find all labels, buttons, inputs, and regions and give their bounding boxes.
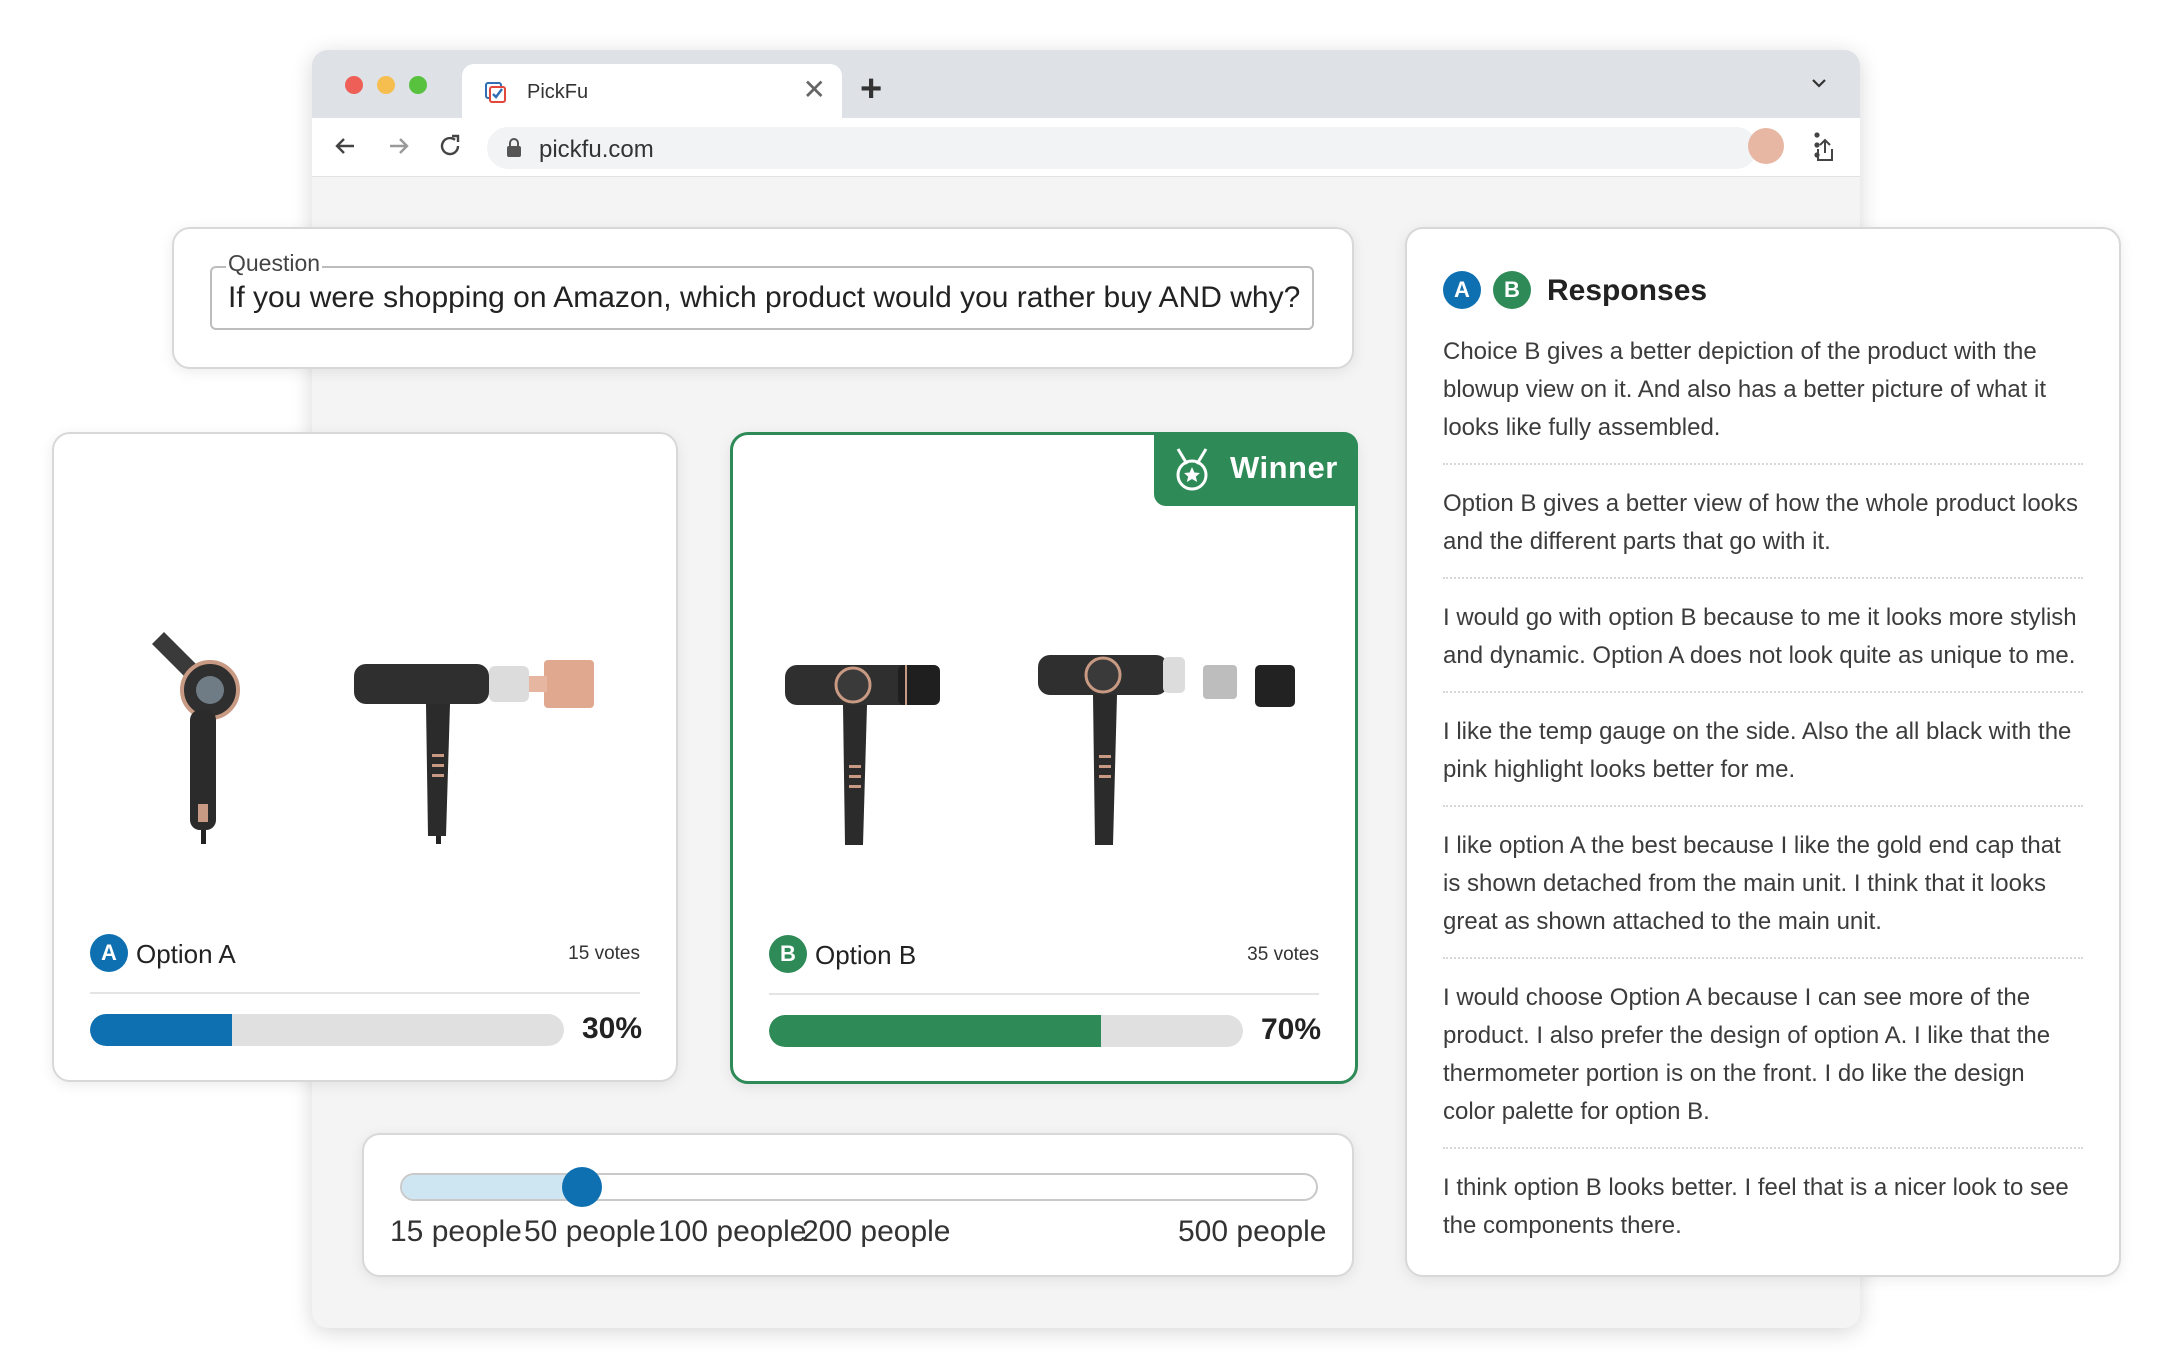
hair-dryer-black-image	[785, 665, 940, 845]
option-b-votes: 35 votes	[1247, 944, 1319, 965]
option-a-percent: 30%	[581, 1012, 642, 1045]
medal-icon	[1176, 448, 1208, 491]
divider	[90, 992, 640, 994]
browser-toolbar: pickfu.com	[312, 118, 1860, 177]
question-field[interactable]: Question If you were shopping on Amazon,…	[210, 250, 1314, 330]
lock-icon	[507, 138, 521, 157]
response-item: Option B gives a better view of how the …	[1443, 481, 2083, 579]
question-card: Question If you were shopping on Amazon,…	[172, 227, 1354, 369]
address-bar[interactable]: pickfu.com	[487, 127, 1833, 169]
response-badge-b: B	[1493, 271, 1531, 309]
option-b-label: Option B	[815, 940, 917, 970]
close-window-button[interactable]	[345, 76, 363, 94]
responses-header: A B Responses	[1443, 271, 2043, 311]
response-item: Choice B gives a better depiction of the…	[1443, 329, 2083, 465]
option-b-product-image	[785, 655, 1295, 845]
browser-tab[interactable]: PickFu ✕	[462, 64, 842, 120]
slider-label-500[interactable]: 500 people	[1178, 1215, 1326, 1249]
option-a-label: Option A	[136, 939, 236, 969]
reload-icon[interactable]	[434, 130, 466, 162]
response-badge-a: A	[1443, 271, 1481, 309]
winner-badge: Winner	[1154, 432, 1358, 506]
response-item: I like the temp gauge on the side. Also …	[1443, 709, 2083, 807]
pickfu-favicon-icon	[485, 82, 506, 103]
tab-bar: PickFu ✕ +	[312, 50, 1860, 120]
audience-size-slider[interactable]	[400, 1167, 1318, 1207]
slider-label-15[interactable]: 15 people	[390, 1215, 522, 1249]
response-item: I would choose Option A because I can se…	[1443, 975, 2083, 1149]
option-b-badge: B	[769, 935, 807, 973]
option-a-label-row: A Option A 15 votes	[90, 934, 640, 974]
slider-label-100[interactable]: 100 people	[658, 1215, 806, 1249]
tab-close-icon[interactable]: ✕	[803, 76, 826, 104]
question-text: If you were shopping on Amazon, which pr…	[228, 281, 1301, 314]
option-b-progress-bar	[769, 1015, 1243, 1047]
profile-avatar[interactable]	[1748, 128, 1784, 164]
url-text: pickfu.com	[539, 136, 654, 163]
winner-label: Winner	[1230, 450, 1338, 485]
option-a-card[interactable]: A Option A 15 votes 30%	[52, 432, 678, 1082]
option-a-progress-fill	[90, 1014, 233, 1046]
hair-dryer-exploded-view-image	[1038, 655, 1295, 845]
option-a-votes: 15 votes	[568, 943, 640, 964]
response-item: I like option A the best because I like …	[1443, 823, 2083, 959]
option-b-card[interactable]: Winner B Option B 35 votes 70%	[730, 432, 1358, 1084]
option-a-badge: A	[90, 934, 128, 972]
forward-arrow-icon[interactable]	[382, 130, 414, 162]
audience-size-card: 15 people 50 people 100 people 200 peopl…	[362, 1133, 1354, 1277]
option-b-label-row: B Option B 35 votes	[769, 935, 1319, 975]
response-item: I would go with option B because to me i…	[1443, 595, 2083, 693]
tab-title: PickFu	[527, 81, 589, 103]
question-label: Question	[226, 250, 323, 277]
responses-list: Choice B gives a better depiction of the…	[1443, 329, 2083, 1277]
option-a-product-image	[152, 632, 594, 844]
responses-title: Responses	[1547, 274, 1708, 307]
option-b-percent: 70%	[1260, 1013, 1321, 1046]
kebab-menu-icon[interactable]	[1812, 130, 1822, 160]
hair-dryer-folded-image	[152, 632, 240, 844]
hair-dryer-with-nozzle-image	[354, 660, 594, 844]
option-b-progress-fill	[769, 1015, 1101, 1047]
back-arrow-icon[interactable]	[330, 130, 362, 162]
slider-label-50[interactable]: 50 people	[524, 1215, 656, 1249]
option-a-progress-bar	[90, 1014, 564, 1046]
minimize-window-button[interactable]	[377, 76, 395, 94]
slider-label-200[interactable]: 200 people	[802, 1215, 950, 1249]
new-tab-icon[interactable]: +	[860, 70, 882, 108]
responses-card: A B Responses Choice B gives a better de…	[1405, 227, 2121, 1277]
divider	[769, 993, 1319, 995]
slider-thumb[interactable]	[562, 1167, 602, 1207]
response-item: I think option B looks better. I feel th…	[1443, 1174, 2069, 1239]
maximize-window-button[interactable]	[409, 76, 427, 94]
chevron-down-icon[interactable]	[1808, 72, 1830, 94]
slider-fill	[402, 1175, 582, 1199]
